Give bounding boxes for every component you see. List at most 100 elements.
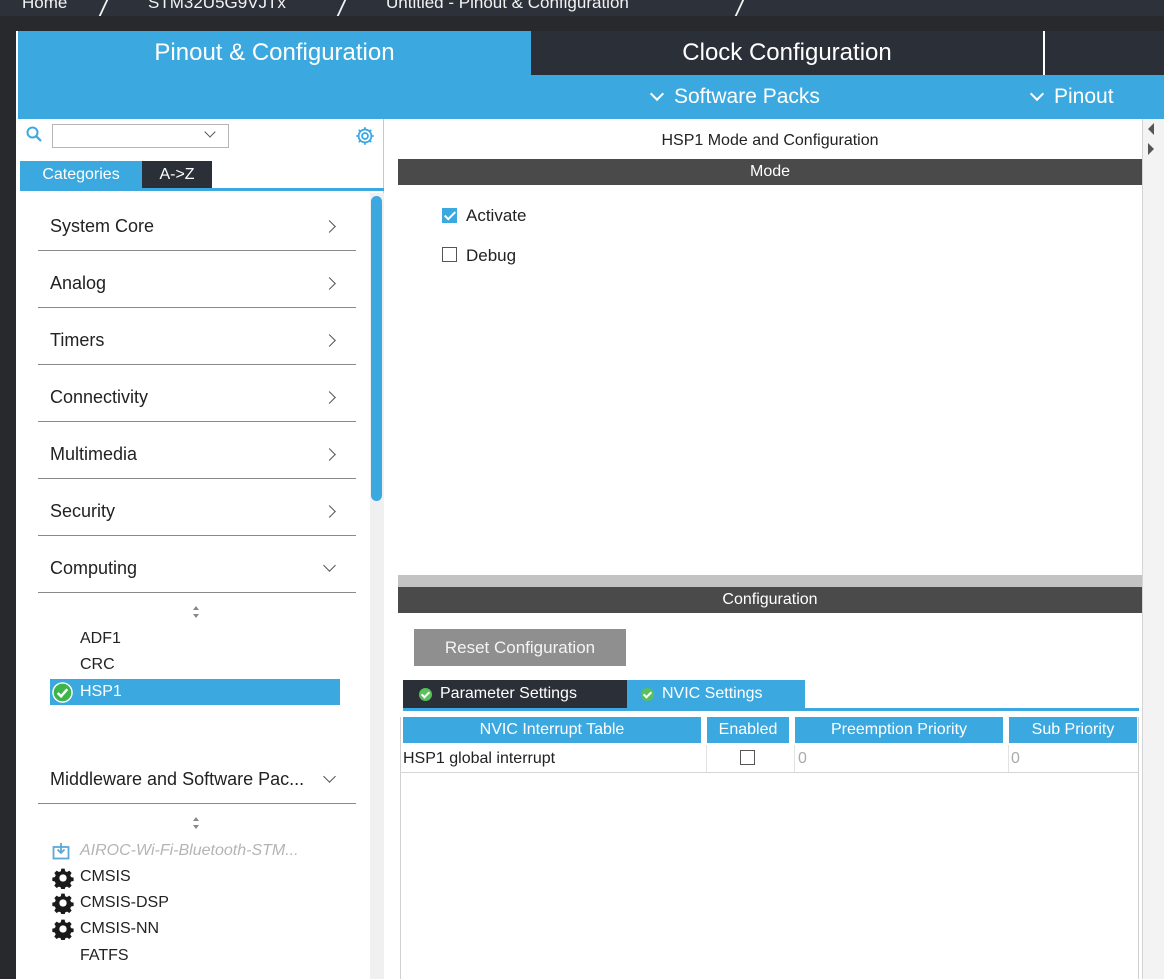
category-label: Computing <box>50 558 138 578</box>
category-system-core[interactable]: System Core <box>38 203 356 251</box>
tab-clock-label: Clock Configuration <box>682 39 892 66</box>
breadcrumb-home[interactable]: Home <box>22 0 67 14</box>
category-timers[interactable]: Timers <box>38 317 356 365</box>
chevron-right-icon <box>323 220 336 233</box>
sort-icon[interactable] <box>191 815 201 831</box>
mode-area <box>398 185 1142 575</box>
expand-right-icon[interactable] <box>1148 143 1154 155</box>
breadcrumb-separator <box>95 0 111 16</box>
chevron-right-icon <box>323 448 336 461</box>
chevron-down-icon <box>649 86 665 102</box>
tab-nvic-settings-label: NVIC Settings <box>662 685 763 702</box>
tab-a-z[interactable]: A->Z <box>142 161 212 188</box>
breadcrumb-separator <box>333 0 349 16</box>
tab-underline <box>20 188 384 191</box>
computing-item-label: HSP1 <box>80 683 122 700</box>
column-divider <box>1008 745 1009 772</box>
sub-priority-cell[interactable]: 0 <box>1011 745 1131 772</box>
tab-clock-configuration[interactable]: Clock Configuration <box>531 31 1043 75</box>
breadcrumb-project[interactable]: Untitled - Pinout & Configuration <box>386 0 629 14</box>
mode-config-title: HSP1 Mode and Configuration <box>661 132 879 149</box>
middleware-item-cmsis-dsp[interactable]: CMSIS-DSP <box>80 894 169 912</box>
pinout-menu-label: Pinout <box>1054 85 1114 108</box>
category-label: Connectivity <box>50 387 149 407</box>
search-input[interactable] <box>52 124 229 148</box>
configuration-header: Configuration <box>398 587 1142 613</box>
tab-categories-label: Categories <box>42 165 120 183</box>
tab-parameter-settings[interactable]: Parameter Settings <box>403 680 627 708</box>
column-divider <box>706 745 707 772</box>
download-icon <box>52 843 70 860</box>
category-label: Timers <box>50 330 105 350</box>
chevron-down-icon <box>323 770 336 783</box>
activate-checkbox[interactable] <box>442 208 457 223</box>
tab-pinout-configuration[interactable]: Pinout & Configuration <box>18 31 531 75</box>
check-circle-icon <box>52 682 73 703</box>
check-circle-icon <box>419 687 432 701</box>
chevron-down-icon <box>323 559 336 572</box>
computing-item-hsp1[interactable]: HSP1 <box>50 679 340 705</box>
enabled-checkbox[interactable] <box>740 750 755 765</box>
category-multimedia[interactable]: Multimedia <box>38 431 356 479</box>
gear-icon <box>52 919 74 940</box>
middleware-item-cmsis-nn[interactable]: CMSIS-NN <box>80 920 159 938</box>
chevron-down-icon <box>1029 86 1045 102</box>
breadcrumb-separator <box>731 0 747 16</box>
chevron-right-icon <box>323 391 336 404</box>
category-middleware[interactable]: Middleware and Software Pac... <box>38 756 356 804</box>
column-header-sub-priority[interactable]: Sub Priority <box>1009 717 1137 743</box>
middleware-item-fatfs[interactable]: FATFS <box>80 947 129 965</box>
breadcrumb: Home STM32U5G9VJTx Untitled - Pinout & C… <box>0 0 1164 16</box>
tab-parameter-settings-label: Parameter Settings <box>440 685 577 702</box>
gear-icon <box>52 893 74 914</box>
category-label: Middleware and Software Pac... <box>50 769 305 789</box>
column-header-preemption[interactable]: Preemption Priority <box>795 717 1003 743</box>
splitter[interactable] <box>398 575 1142 587</box>
tab-more[interactable] <box>1045 31 1164 75</box>
chevron-right-icon <box>323 505 336 518</box>
tab-pinout-label: Pinout & Configuration <box>154 39 395 66</box>
category-label: Multimedia <box>50 444 138 464</box>
column-header-enabled[interactable]: Enabled <box>707 717 789 743</box>
computing-item-adf1[interactable]: ADF1 <box>80 630 121 648</box>
computing-item-crc[interactable]: CRC <box>80 656 115 674</box>
sub-priority-value: 0 <box>1011 749 1020 767</box>
category-analog[interactable]: Analog <box>38 260 356 308</box>
side-panel-handle[interactable] <box>1142 119 1164 979</box>
debug-checkbox[interactable] <box>442 247 457 262</box>
tab-a-z-label: A->Z <box>159 165 195 183</box>
gear-icon[interactable] <box>354 125 376 147</box>
middleware-item-airoc[interactable]: AIROC-Wi-Fi-Bluetooth-STM... <box>80 842 299 860</box>
row-divider <box>400 772 1139 773</box>
category-label: System Core <box>50 216 155 236</box>
category-label: Security <box>50 501 116 521</box>
column-header-interrupt[interactable]: NVIC Interrupt Table <box>403 717 701 743</box>
search-icon[interactable] <box>26 126 42 142</box>
check-circle-icon <box>641 687 654 701</box>
pinout-menu[interactable]: Pinout <box>1029 75 1114 119</box>
table-row[interactable]: HSP1 global interrupt <box>403 745 703 772</box>
mode-header: Mode <box>398 159 1142 185</box>
sub-toolbar: Software Packs Pinout <box>18 75 1164 119</box>
chevron-right-icon <box>323 334 336 347</box>
interrupt-name: HSP1 global interrupt <box>403 749 556 767</box>
debug-label: Debug <box>466 246 517 265</box>
tab-nvic-settings[interactable]: NVIC Settings <box>627 680 805 708</box>
software-packs-menu[interactable]: Software Packs <box>649 75 820 119</box>
scrollbar-thumb[interactable] <box>371 196 382 501</box>
activate-label: Activate <box>466 206 527 225</box>
sort-icon[interactable] <box>191 604 201 620</box>
tab-categories[interactable]: Categories <box>20 161 142 188</box>
category-label: Analog <box>50 273 107 293</box>
category-computing[interactable]: Computing <box>38 545 356 593</box>
column-divider <box>794 745 795 772</box>
reset-configuration-button[interactable]: Reset Configuration <box>414 629 626 666</box>
middleware-item-cmsis[interactable]: CMSIS <box>80 868 131 886</box>
gear-icon <box>52 868 74 889</box>
category-connectivity[interactable]: Connectivity <box>38 374 356 422</box>
collapse-left-icon[interactable] <box>1148 123 1154 135</box>
preemption-priority-cell[interactable]: 0 <box>798 745 998 772</box>
category-security[interactable]: Security <box>38 488 356 536</box>
preemption-priority-value: 0 <box>798 749 807 767</box>
breadcrumb-device[interactable]: STM32U5G9VJTx <box>148 0 286 14</box>
